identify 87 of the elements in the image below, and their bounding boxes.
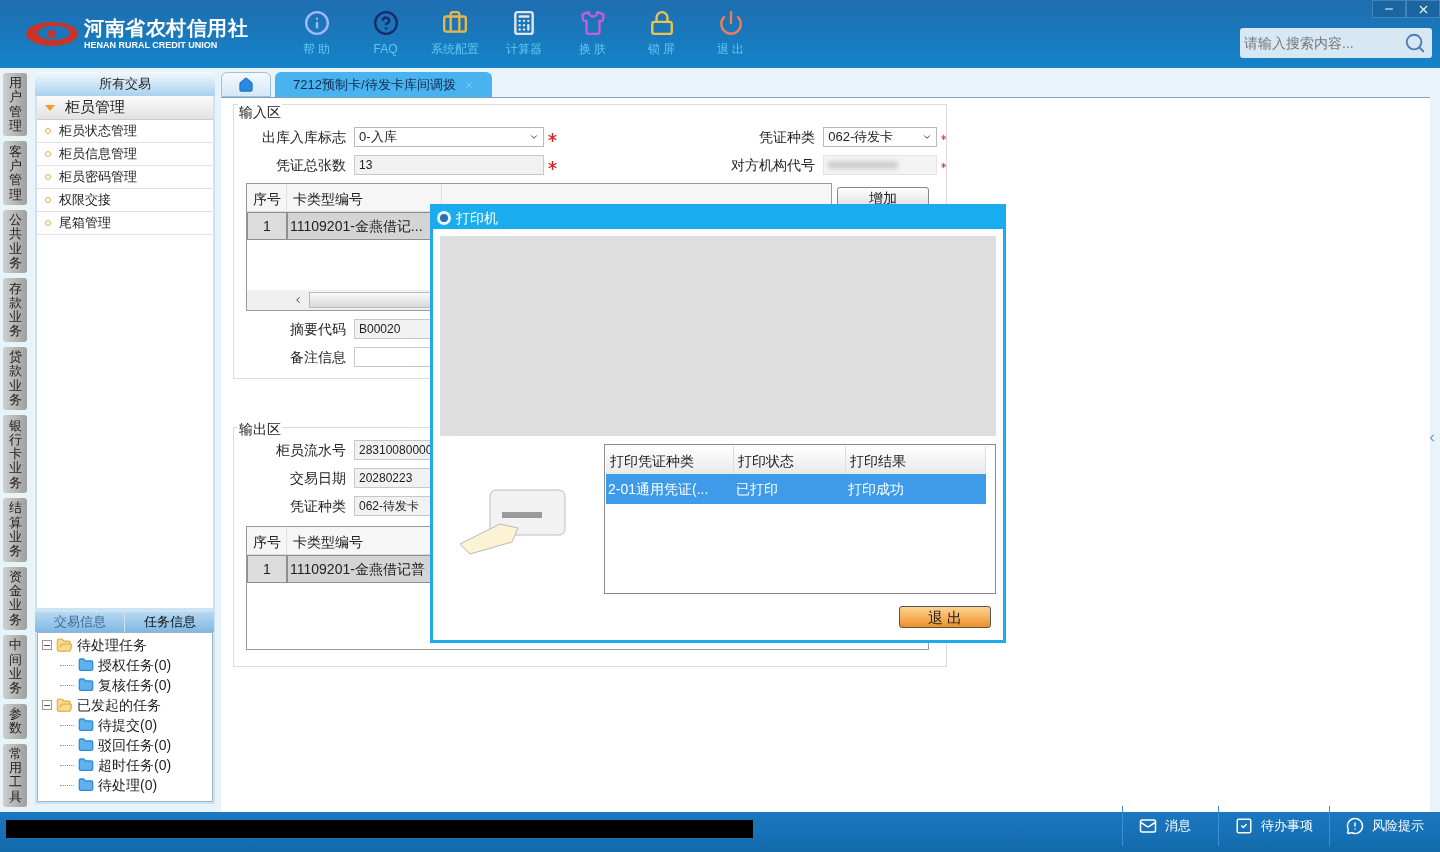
tree-item[interactable]: 已发起的任务 (77, 694, 161, 716)
help-icon (372, 10, 399, 36)
field-label: 摘要代码 (289, 319, 347, 339)
field-label: 备注信息 (289, 347, 347, 367)
status-button[interactable]: 消息 (1122, 806, 1218, 846)
mail-icon (1139, 817, 1157, 835)
menu-item[interactable]: 尾箱管理 (59, 213, 111, 233)
side-tab[interactable]: 资金业务 (3, 566, 27, 631)
side-tab[interactable]: 中间业务 (3, 635, 27, 699)
exit-button[interactable]: 退 出 (899, 606, 991, 628)
tree-item[interactable]: 授权任务(0) (98, 654, 172, 676)
section-title: 输入区 (238, 102, 282, 123)
folder-icon (56, 696, 73, 714)
info-tab[interactable]: 任务信息 (125, 612, 215, 632)
menu-item[interactable]: 柜员密码管理 (59, 167, 137, 187)
close-button[interactable] (1406, 0, 1440, 18)
sidebar-title: 所有交易 (35, 72, 215, 96)
app-icon (436, 210, 452, 226)
scroll-left-icon[interactable] (293, 295, 303, 305)
side-tab[interactable]: 公共业务 (3, 209, 27, 274)
field-label: 交易日期 (289, 468, 347, 488)
field-label: 出库入库标志 (261, 127, 347, 147)
select-field[interactable]: 062-待发卡 (823, 127, 937, 147)
folder-icon (78, 677, 94, 693)
row-number: 1 (247, 555, 287, 583)
caret-icon (921, 132, 932, 142)
status-button[interactable]: 风险提示 (1329, 806, 1440, 846)
table-cell-text: 已打印 (735, 479, 779, 499)
folder-icon (56, 636, 73, 654)
folder-icon (78, 757, 94, 773)
alert-icon (1346, 817, 1364, 835)
logo-subtitle: HENAN RURAL CREDIT UNION (84, 39, 219, 51)
tree-item[interactable]: 复核任务(0) (98, 674, 172, 696)
column-header: 序号 (247, 184, 287, 211)
menu-item[interactable]: 权限交接 (59, 190, 111, 210)
side-tab[interactable]: 存款业务 (3, 278, 27, 342)
caret-icon (529, 132, 539, 142)
config-icon (441, 10, 468, 36)
collapse-toggle[interactable] (42, 700, 52, 710)
search-icon[interactable] (1404, 32, 1426, 54)
minimize-button[interactable] (1372, 0, 1406, 18)
exit-icon (717, 10, 744, 36)
blurred-value (828, 161, 899, 169)
side-tab[interactable]: 参数 (3, 703, 27, 739)
menu-item[interactable]: 柜员状态管理 (59, 121, 137, 141)
tree-item[interactable]: 待处理任务 (77, 634, 147, 656)
skin-icon (579, 10, 606, 36)
row-number: 1 (247, 212, 287, 240)
folder-icon (78, 777, 94, 793)
collapse-toggle[interactable] (42, 640, 52, 650)
home-icon (238, 76, 254, 93)
menu-item[interactable]: 柜员信息管理 (59, 144, 137, 164)
select-field[interactable]: 0-入库 (354, 127, 544, 147)
home-tab[interactable] (221, 72, 271, 97)
side-tab[interactable]: 结算业务 (3, 498, 27, 562)
folder-icon (78, 657, 94, 673)
field-label: 凭证种类 (289, 496, 347, 516)
side-tab[interactable]: 常用工具 (3, 743, 27, 808)
input-field[interactable] (823, 155, 937, 175)
folder-icon (78, 737, 94, 753)
tree-item[interactable]: 待提交(0) (98, 714, 158, 736)
side-tab[interactable]: 贷款业务 (3, 346, 27, 411)
search-field[interactable]: 请输入搜索内容... (1240, 28, 1432, 58)
field-label: 凭证总张数 (275, 155, 347, 175)
side-tab[interactable]: 银行卡业务 (3, 415, 27, 494)
column-header: 序号 (247, 527, 287, 554)
logo-title: 河南省农村信用社 (84, 17, 248, 39)
field-label: 柜员流水号 (275, 440, 347, 460)
tree-item[interactable]: 超时任务(0) (98, 754, 172, 776)
lock-icon (648, 10, 675, 36)
field-label: 对方机构代号 (730, 155, 817, 175)
tree-item[interactable]: 驳回任务(0) (98, 734, 172, 756)
folder-icon (78, 717, 94, 733)
page-tab[interactable]: 7212预制卡/待发卡库间调拨 (275, 72, 492, 97)
logo-icon (24, 19, 80, 49)
menu-group[interactable]: 柜员管理 (37, 96, 213, 120)
info-icon (303, 10, 330, 36)
field-label: 凭证种类 (758, 127, 817, 147)
todo-icon (1235, 817, 1253, 835)
input-field[interactable]: 13 (354, 155, 544, 175)
table-cell-text: 2-01通用凭证(... (607, 479, 710, 499)
tree-item[interactable]: 待处理(0) (98, 774, 158, 796)
side-tab[interactable]: 用户管理 (3, 73, 27, 137)
dialog-title-bar: 打印机 (433, 207, 1003, 229)
status-button[interactable]: 待办事项 (1218, 806, 1329, 846)
table-cell-text: 打印成功 (847, 479, 905, 499)
side-tab[interactable]: 客户管理 (3, 141, 27, 205)
